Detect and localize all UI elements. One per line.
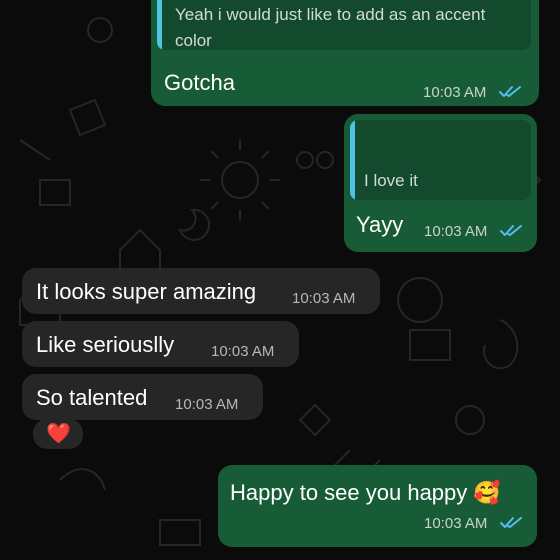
quoted-message[interactable]: Yeah i would just like to add as an acce… xyxy=(157,0,531,50)
message-text: So talented xyxy=(36,385,148,410)
message-timestamp: 10:03 AM xyxy=(211,343,275,360)
message-timestamp: 10:03 AM xyxy=(424,223,488,240)
message-timestamp: 10:03 AM xyxy=(175,396,239,413)
message-bubble-outgoing[interactable]: Happy to see you happy 🥰 10:03 AM xyxy=(218,465,537,547)
quoted-message[interactable]: I love it xyxy=(350,120,531,200)
message-bubble-incoming[interactable]: ❤️ xyxy=(33,419,83,449)
double-check-icon xyxy=(499,86,521,97)
message-timestamp: 10:03 AM xyxy=(292,290,356,307)
double-check-icon xyxy=(500,225,522,236)
message-bubble-incoming[interactable]: So talented 10:03 AM xyxy=(22,374,263,420)
message-timestamp: 10:03 AM xyxy=(423,84,487,101)
message-text: Yayy xyxy=(356,212,404,237)
message-text: Happy to see you happy 🥰 xyxy=(230,480,501,505)
quoted-message-text: I love it xyxy=(364,171,418,190)
quoted-message-text: Yeah i would just like to add as an acce… xyxy=(175,5,486,50)
double-check-icon xyxy=(500,517,522,528)
heart-emoji: ❤️ xyxy=(46,423,71,445)
message-bubble-outgoing[interactable]: Yeah i would just like to add as an acce… xyxy=(151,0,539,106)
message-bubble-incoming[interactable]: Like seriouslly 10:03 AM xyxy=(22,321,299,367)
message-bubble-incoming[interactable]: It looks super amazing 10:03 AM xyxy=(22,268,380,314)
message-text: It looks super amazing xyxy=(36,279,257,304)
quote-accent-bar xyxy=(157,0,162,50)
message-timestamp: 10:03 AM xyxy=(424,515,488,532)
message-text: Like seriouslly xyxy=(36,332,175,357)
message-bubble-outgoing[interactable]: I love it Yayy 10:03 AM xyxy=(344,114,537,252)
quote-accent-bar xyxy=(350,120,355,200)
message-text: Gotcha xyxy=(164,70,235,95)
